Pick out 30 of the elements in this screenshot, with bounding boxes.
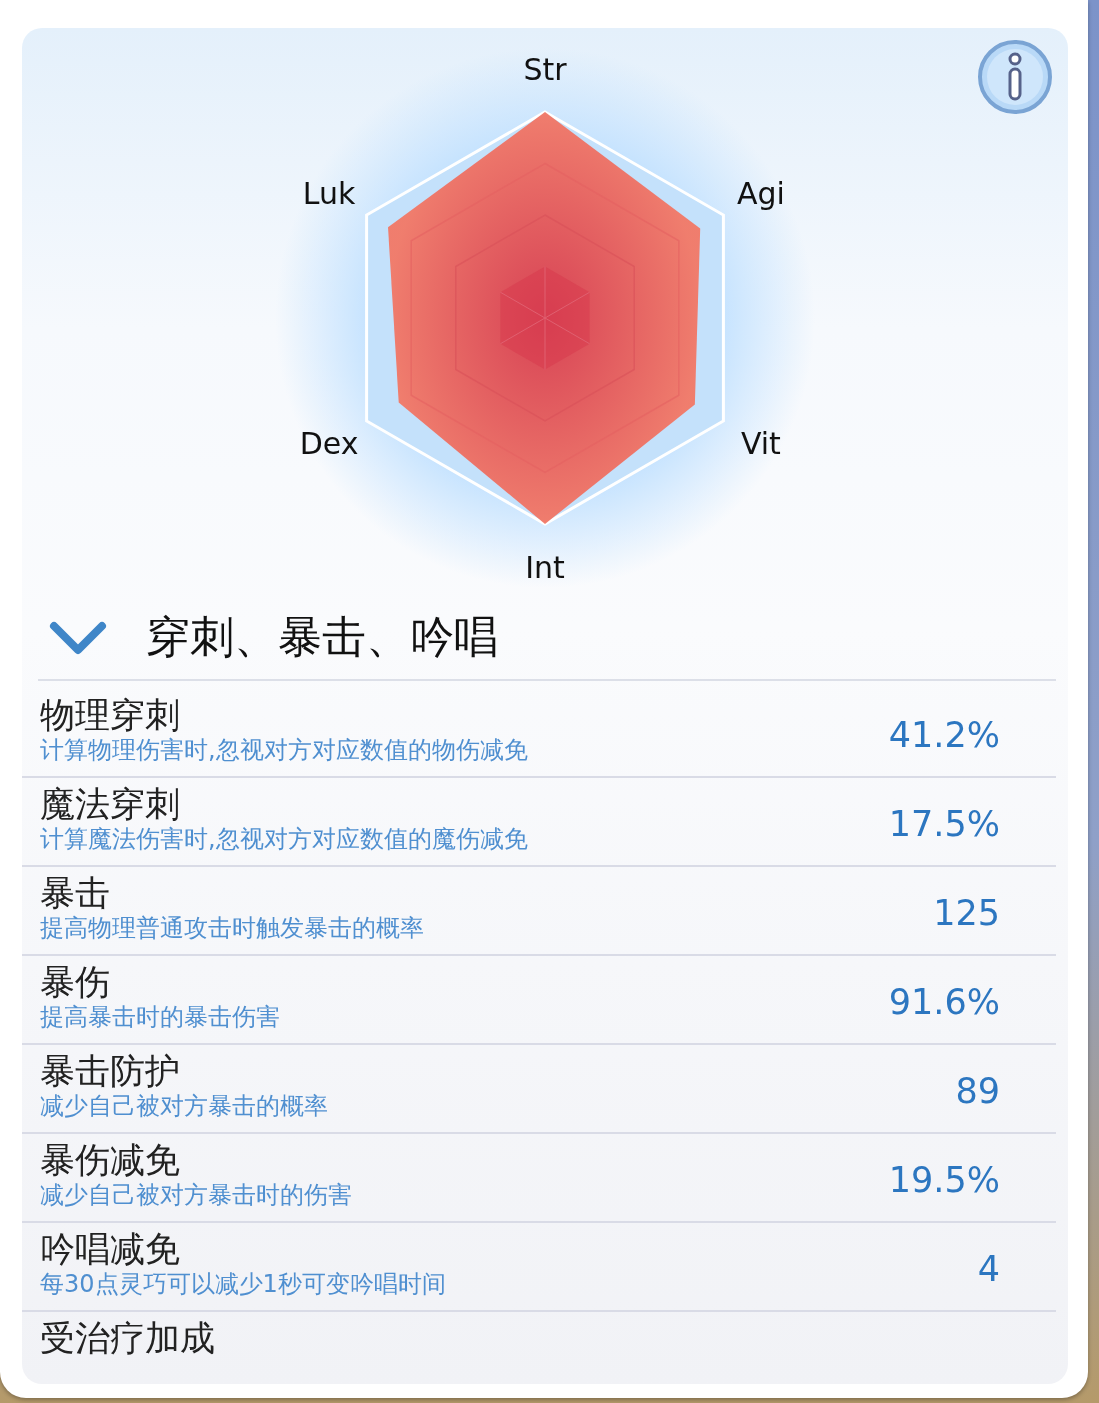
stat-value: 19.5% [888, 1160, 1000, 1200]
section-title: 穿刺、暴击、吟唱 [146, 610, 498, 664]
stat-name: 暴击防护 [40, 1051, 181, 1091]
axis-label: Str [523, 51, 567, 87]
stat-name: 受治疗加成 [40, 1318, 215, 1358]
stat-name: 物理穿刺 [40, 695, 181, 735]
stat-value: 17.5% [888, 804, 1000, 844]
stat-value: 41.2% [888, 715, 1000, 755]
stat-name: 暴击 [40, 873, 111, 913]
stat-description: 计算魔法伤害时,忽视对方对应数值的魔伤减免 [40, 824, 528, 854]
stat-description: 计算物理伤害时,忽视对方对应数值的物伤减免 [40, 735, 528, 765]
axis-label: Vit [740, 425, 781, 461]
stat-value: 4 [977, 1249, 1000, 1289]
stat-name: 暴伤减免 [40, 1140, 181, 1180]
stat-value: 91.6% [888, 982, 1000, 1022]
stat-value: 89 [955, 1071, 1000, 1111]
stat-description: 提高物理普通攻击时触发暴击的概率 [40, 913, 424, 943]
stat-description: 减少自己被对方暴击的概率 [40, 1091, 328, 1121]
stat-description: 每30点灵巧可以减少1秒可变吟唱时间 [40, 1269, 446, 1299]
axis-label: Agi [736, 176, 785, 212]
stat-name: 吟唱减免 [40, 1229, 181, 1269]
axis-label: Dex [299, 425, 359, 461]
stat-name: 魔法穿刺 [40, 784, 181, 824]
stat-description: 减少自己被对方暴击时的伤害 [40, 1180, 352, 1210]
axis-label: Int [525, 550, 565, 586]
stat-value: 125 [933, 893, 1000, 933]
info-icon[interactable] [976, 38, 1054, 116]
axis-label: Luk [302, 176, 356, 212]
stat-name: 暴伤 [40, 962, 111, 1002]
stat-description: 提高暴击时的暴击伤害 [40, 1002, 280, 1032]
